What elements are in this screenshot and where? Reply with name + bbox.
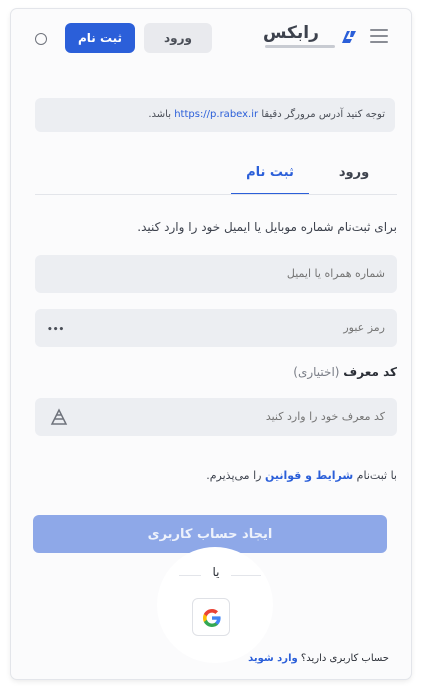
phone-email-input[interactable] bbox=[35, 255, 397, 293]
tab-login[interactable]: ورود bbox=[319, 151, 389, 195]
top-header: رابکس ورود ثبت نام bbox=[11, 9, 411, 67]
referral-label: کد معرف (اختیاری) bbox=[35, 365, 397, 379]
theme-toggle-icon[interactable] bbox=[35, 33, 47, 45]
have-account-line: حساب کاربری دارید؟ وارد شوید bbox=[221, 653, 389, 664]
referral-code-input[interactable] bbox=[35, 398, 397, 436]
header-register-button[interactable]: ثبت نام bbox=[65, 23, 135, 53]
logo-tagline bbox=[265, 45, 335, 48]
app-frame: رابکس ورود ثبت نام توجه کنید آدرس مرورگر… bbox=[11, 9, 411, 679]
url-notice: توجه کنید آدرس مرورگر دقیقا https://p.ra… bbox=[35, 98, 395, 132]
notice-text: توجه کنید آدرس مرورگر دقیقا bbox=[261, 109, 385, 120]
form-instruction: برای ثبت‌نام شماره موبایل یا ایمیل خود ر… bbox=[137, 220, 397, 234]
logo-mark-icon bbox=[342, 31, 356, 43]
or-label: یا bbox=[201, 565, 231, 579]
logo-text: رابکس bbox=[263, 23, 319, 43]
google-icon bbox=[203, 609, 221, 627]
eye-icon[interactable]: ••• bbox=[47, 325, 64, 335]
google-login-button[interactable] bbox=[192, 598, 230, 636]
tabs-divider bbox=[35, 194, 397, 195]
terms-agreement: با ثبت‌نام شرایط و قوانین را می‌پذیرم. bbox=[35, 469, 397, 482]
header-login-button[interactable]: ورود bbox=[144, 23, 212, 53]
auth-tabs: ورود ثبت نام bbox=[231, 151, 397, 195]
password-input[interactable] bbox=[35, 309, 397, 347]
gift-icon bbox=[50, 408, 68, 425]
have-account-text: حساب کاربری دارید؟ bbox=[300, 653, 389, 664]
login-link[interactable]: وارد شوید bbox=[248, 653, 298, 664]
hamburger-icon[interactable] bbox=[370, 29, 388, 45]
terms-link[interactable]: شرایط و قوانین bbox=[265, 469, 353, 482]
referral-label-text: کد معرف bbox=[343, 365, 397, 379]
referral-optional: (اختیاری) bbox=[293, 365, 340, 379]
notice-text-end: باشد. bbox=[148, 109, 172, 120]
notice-url: https://p.rabex.ir bbox=[174, 109, 259, 120]
terms-text-start: با ثبت‌نام bbox=[356, 469, 397, 482]
logo[interactable]: رابکس bbox=[263, 21, 361, 55]
tab-register[interactable]: ثبت نام bbox=[231, 151, 309, 195]
terms-text-end: را می‌پذیرم. bbox=[206, 469, 262, 482]
